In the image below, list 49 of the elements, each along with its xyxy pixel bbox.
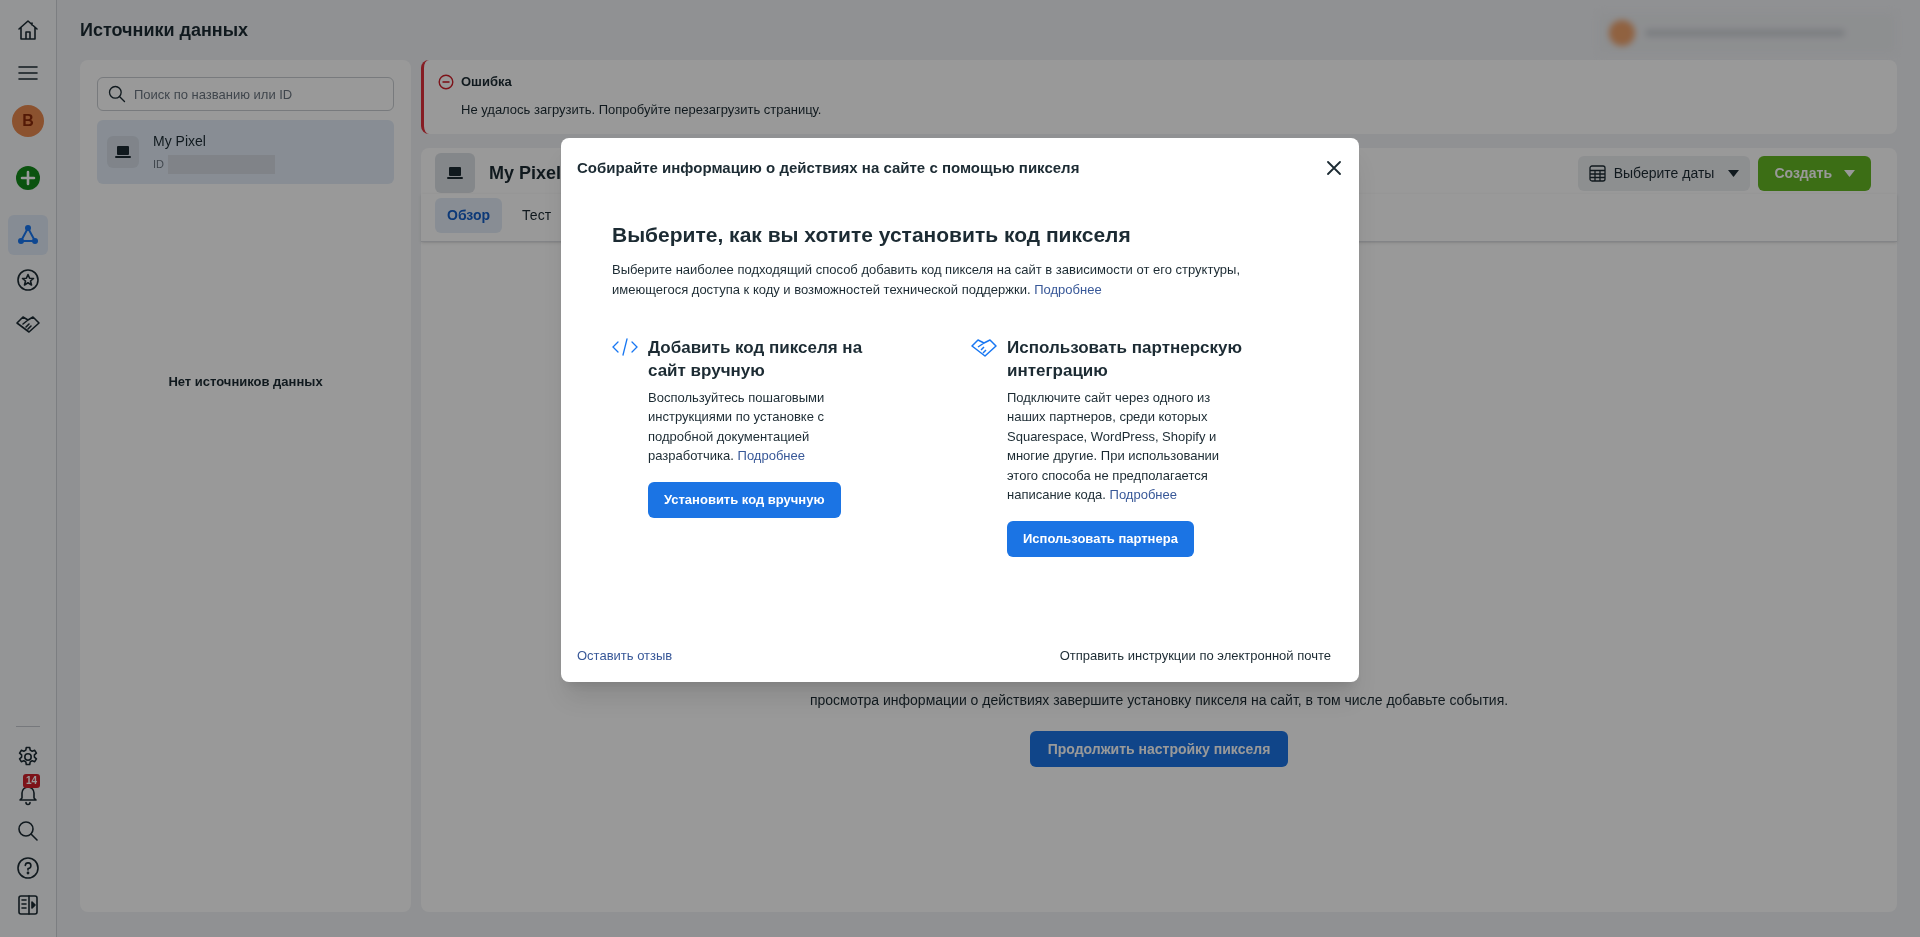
- setup-notice: просмотра информации о действиях завершите установку пикселя на сайт, в том числе добавьте события.: [809, 691, 1509, 710]
- modal-intro: Выберите наиболее подходящий способ добавить код пикселя на сайт в зависимости от его структуры, имеющегося доступа к коду и возможностей технической поддержки. Подробнее: [612, 260, 1242, 299]
- option-button[interactable]: Установить код вручную: [648, 481, 841, 518]
- learn-more-link[interactable]: Подробнее: [1034, 281, 1102, 297]
- laptop-icon: [435, 153, 475, 193]
- page-title: Источники данных: [80, 19, 249, 42]
- handshake-icon: [971, 337, 997, 358]
- network-icon: [16, 223, 40, 247]
- code-icon: [612, 337, 638, 356]
- laptop-icon: [107, 136, 139, 168]
- plus-icon: [15, 165, 41, 191]
- email-instructions-link[interactable]: Отправить инструкции по электронной почте: [1059, 646, 1331, 666]
- error-message: Не удалось загрузить. Попробуйте перезагрузить страницу.: [461, 100, 823, 119]
- calendar-icon: [1588, 164, 1606, 182]
- id-label: ID: [153, 156, 164, 172]
- source-item[interactable]: My Pixel ID: [97, 120, 394, 184]
- tab[interactable]: Тест: [510, 198, 564, 233]
- empty-message: Нет источников данных: [168, 373, 323, 391]
- notification-badge: 14: [22, 774, 40, 788]
- modal-heading: Выберите, как вы хотите установить код пикселя: [612, 222, 1132, 248]
- nav-item[interactable]: [8, 215, 48, 255]
- feedback-link[interactable]: Оставить отзыв: [577, 646, 673, 666]
- option-description: Подключите сайт через одного из наших партнеров, среди которых Squarespace, WordPress, Shopify и многие другие. При использовании этого способа не предполагается написание кода. Подробнее: [1007, 388, 1221, 504]
- option-description: Воспользуйтесь пошаговыми инструкциями по установке с подробной документацией разработчика. Подробнее: [648, 388, 826, 465]
- search-icon: [107, 84, 127, 104]
- help-icon: [16, 856, 40, 880]
- create-label: Создать: [1774, 163, 1832, 183]
- option-title: Добавить код пикселя на сайт вручную: [648, 336, 864, 382]
- pixel-name: My Pixel: [489, 161, 562, 185]
- modal-title: Собирайте информацию о действиях на сайте с помощью пикселя: [577, 157, 1080, 178]
- caret-icon: [1728, 169, 1740, 177]
- learn-more-link[interactable]: Подробнее: [737, 448, 805, 463]
- home-icon: [16, 18, 40, 42]
- nav-item[interactable]: 14: [8, 774, 48, 814]
- source-name: My Pixel: [153, 131, 207, 151]
- search-icon: [16, 819, 40, 843]
- option-title: Использовать партнерскую интеграцию: [1007, 336, 1243, 382]
- option-button[interactable]: Использовать партнера: [1007, 520, 1194, 557]
- tab[interactable]: Обзор: [435, 198, 503, 233]
- error-title: Ошибка: [461, 73, 512, 91]
- error-icon: [438, 73, 454, 90]
- learn-more-link[interactable]: Подробнее: [1109, 487, 1177, 502]
- caret-icon: [1844, 169, 1855, 177]
- search-field[interactable]: Поиск по названию или ID: [97, 77, 394, 111]
- date-label: Выберите даты: [1613, 163, 1715, 183]
- close-icon[interactable]: [1325, 159, 1343, 177]
- sidebar-toggle-icon: [16, 893, 40, 917]
- date-picker-button[interactable]: Выберите даты: [1577, 155, 1751, 191]
- continue-setup-button[interactable]: Продолжить настройку пикселя: [1029, 731, 1289, 767]
